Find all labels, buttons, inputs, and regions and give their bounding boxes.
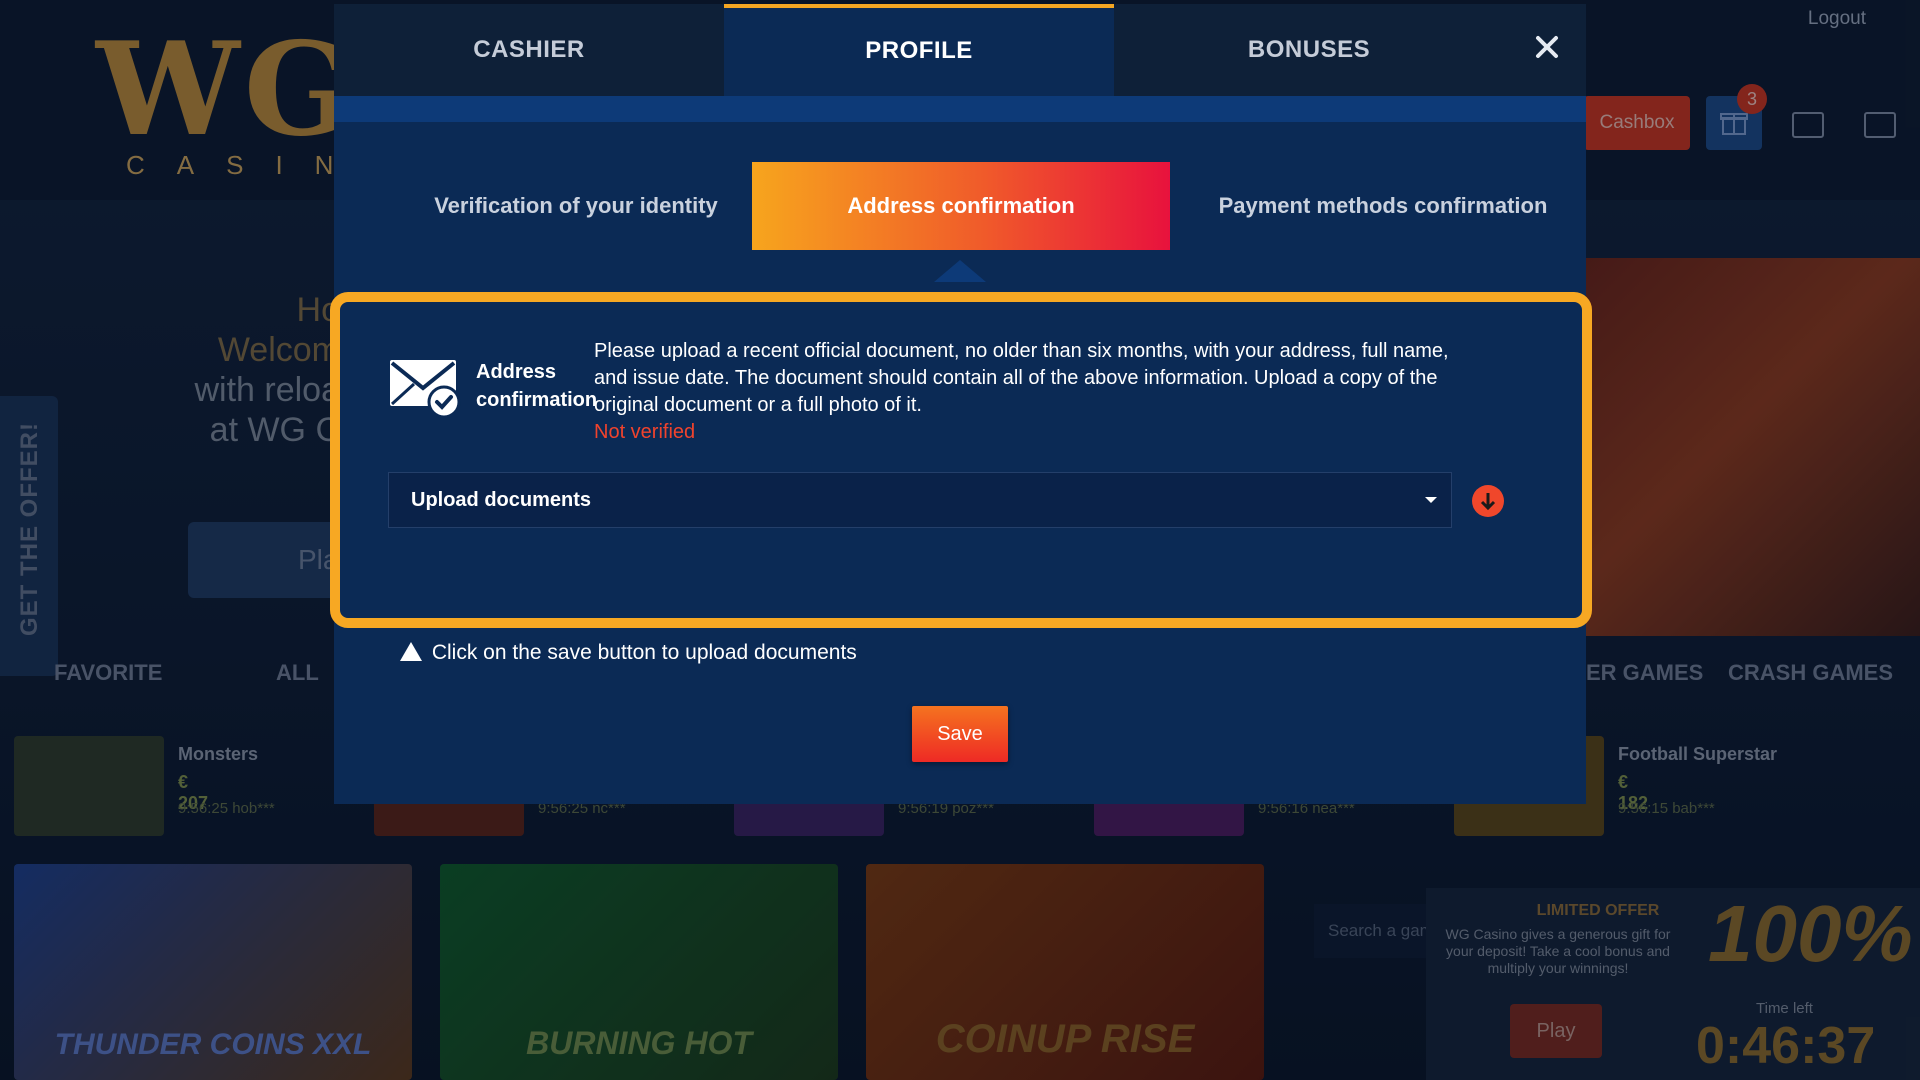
upload-hint: Click on the save button to upload docum… xyxy=(400,640,857,665)
subtab-address-confirmation[interactable]: Address confirmation xyxy=(752,162,1170,250)
tab-underline-strip xyxy=(334,96,1586,122)
close-icon[interactable] xyxy=(1530,30,1564,64)
panel-description: Please upload a recent official document… xyxy=(594,338,1474,446)
arrow-down-icon xyxy=(1480,493,1496,511)
save-button[interactable]: Save xyxy=(912,706,1008,762)
address-confirmation-panel: Address confirmation Please upload a rec… xyxy=(330,292,1592,628)
panel-title: Address confirmation xyxy=(476,361,598,411)
verification-status: Not verified xyxy=(594,421,696,443)
subtab-identity-verification[interactable]: Verification of your identity xyxy=(366,162,786,250)
upload-hint-text: Click on the save button to upload docum… xyxy=(431,641,857,664)
account-modal: CASHIER PROFILE BONUSES Verification of … xyxy=(330,4,1592,804)
upload-documents-select[interactable]: Upload documents xyxy=(388,472,1452,528)
download-arrow-button[interactable] xyxy=(1472,485,1504,517)
mail-check-icon xyxy=(390,360,461,419)
tab-cashier[interactable]: CASHIER xyxy=(334,4,724,96)
subtab-payment-methods[interactable]: Payment methods confirmation xyxy=(1186,162,1580,250)
panel-description-text: Please upload a recent official document… xyxy=(594,340,1449,416)
active-subtab-pointer xyxy=(934,260,986,282)
modal-tabs: CASHIER PROFILE BONUSES xyxy=(334,4,1586,96)
upload-select-value: Upload documents xyxy=(411,489,592,511)
tab-bonuses[interactable]: BONUSES xyxy=(1114,4,1504,96)
chevron-down-icon xyxy=(1425,497,1437,503)
tab-profile[interactable]: PROFILE xyxy=(724,4,1114,96)
warning-icon xyxy=(400,642,422,661)
